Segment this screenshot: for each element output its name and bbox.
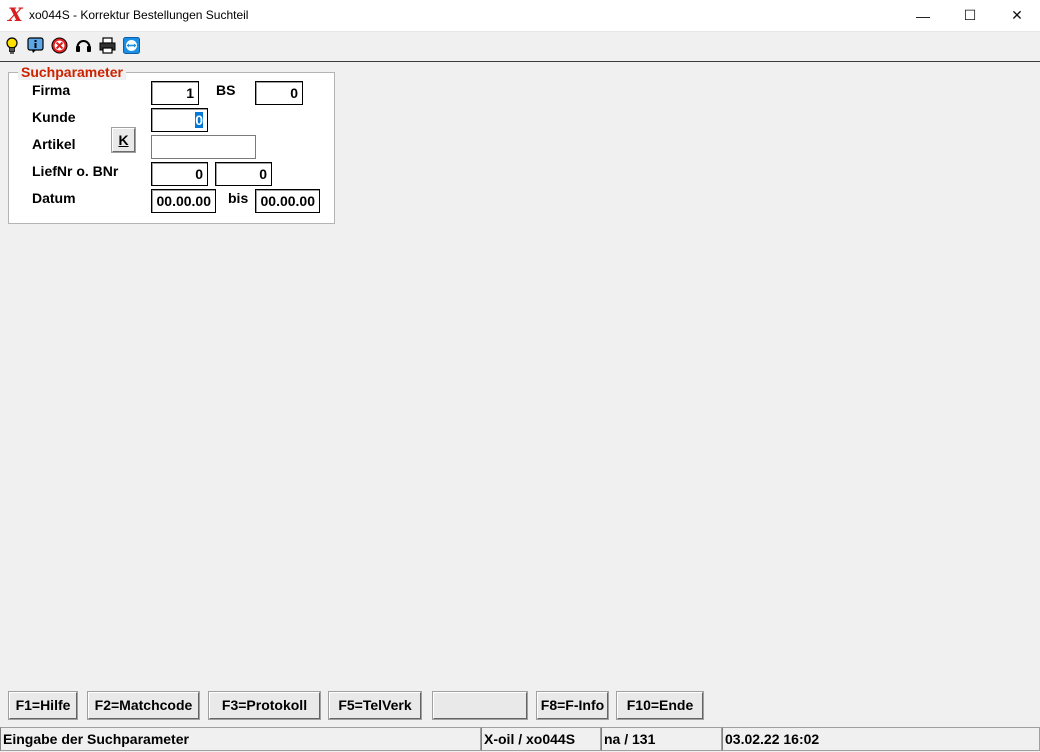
toolbar bbox=[0, 32, 1040, 60]
kunde-field[interactable]: 0 bbox=[151, 108, 208, 132]
headset-icon[interactable] bbox=[75, 37, 92, 54]
firma-field[interactable]: 1 bbox=[151, 81, 199, 105]
firma-label: Firma bbox=[32, 82, 71, 98]
datum-label: Datum bbox=[32, 190, 76, 206]
artikel-field[interactable] bbox=[151, 135, 256, 159]
f6-empty-button[interactable] bbox=[432, 691, 528, 720]
app-logo-icon: X bbox=[8, 4, 23, 26]
f2-matchcode-button[interactable]: F2=Matchcode bbox=[87, 691, 200, 720]
teamviewer-icon[interactable] bbox=[123, 37, 140, 54]
kunde-label: Kunde bbox=[32, 109, 76, 125]
status-user: na / 131 bbox=[601, 727, 722, 751]
datum-from-field[interactable]: 00.00.00 bbox=[151, 189, 216, 213]
status-message: Eingabe der Suchparameter bbox=[0, 727, 481, 751]
bnr-field[interactable]: 0 bbox=[215, 162, 272, 186]
close-button[interactable]: ✕ bbox=[994, 0, 1040, 31]
status-program: X-oil / xo044S bbox=[481, 727, 601, 751]
window-title: xo044S - Korrektur Bestellungen Suchteil bbox=[29, 8, 249, 22]
f1-help-button[interactable]: F1=Hilfe bbox=[8, 691, 78, 720]
f10-exit-button[interactable]: F10=Ende bbox=[616, 691, 704, 720]
title-bar: X xo044S - Korrektur Bestellungen Suchte… bbox=[0, 0, 1040, 32]
f8-info-button[interactable]: F8=F-Info bbox=[536, 691, 609, 720]
maximize-button[interactable]: ☐ bbox=[947, 0, 993, 31]
artikel-label: Artikel bbox=[32, 136, 76, 152]
toolbar-divider bbox=[0, 61, 1040, 62]
datum-to-field[interactable]: 00.00.00 bbox=[255, 189, 320, 213]
f5-telverk-button[interactable]: F5=TelVerk bbox=[328, 691, 422, 720]
kunde-field-value: 0 bbox=[195, 112, 203, 128]
status-datetime: 03.02.22 16:02 bbox=[722, 727, 1040, 751]
f3-protokoll-button[interactable]: F3=Protokoll bbox=[208, 691, 321, 720]
bs-field[interactable]: 0 bbox=[255, 81, 303, 105]
minimize-button[interactable]: — bbox=[900, 0, 946, 31]
stop-icon[interactable] bbox=[51, 37, 68, 54]
bs-label: BS bbox=[216, 82, 236, 98]
info-icon[interactable] bbox=[27, 37, 44, 54]
k-button[interactable]: K bbox=[111, 127, 136, 153]
printer-icon[interactable] bbox=[99, 37, 116, 54]
liefnr-label: LiefNr o. BNr bbox=[32, 163, 119, 179]
bis-label: bis bbox=[228, 190, 249, 206]
group-title: Suchparameter bbox=[18, 64, 126, 80]
lightbulb-icon[interactable] bbox=[3, 37, 20, 54]
liefnr-field[interactable]: 0 bbox=[151, 162, 208, 186]
